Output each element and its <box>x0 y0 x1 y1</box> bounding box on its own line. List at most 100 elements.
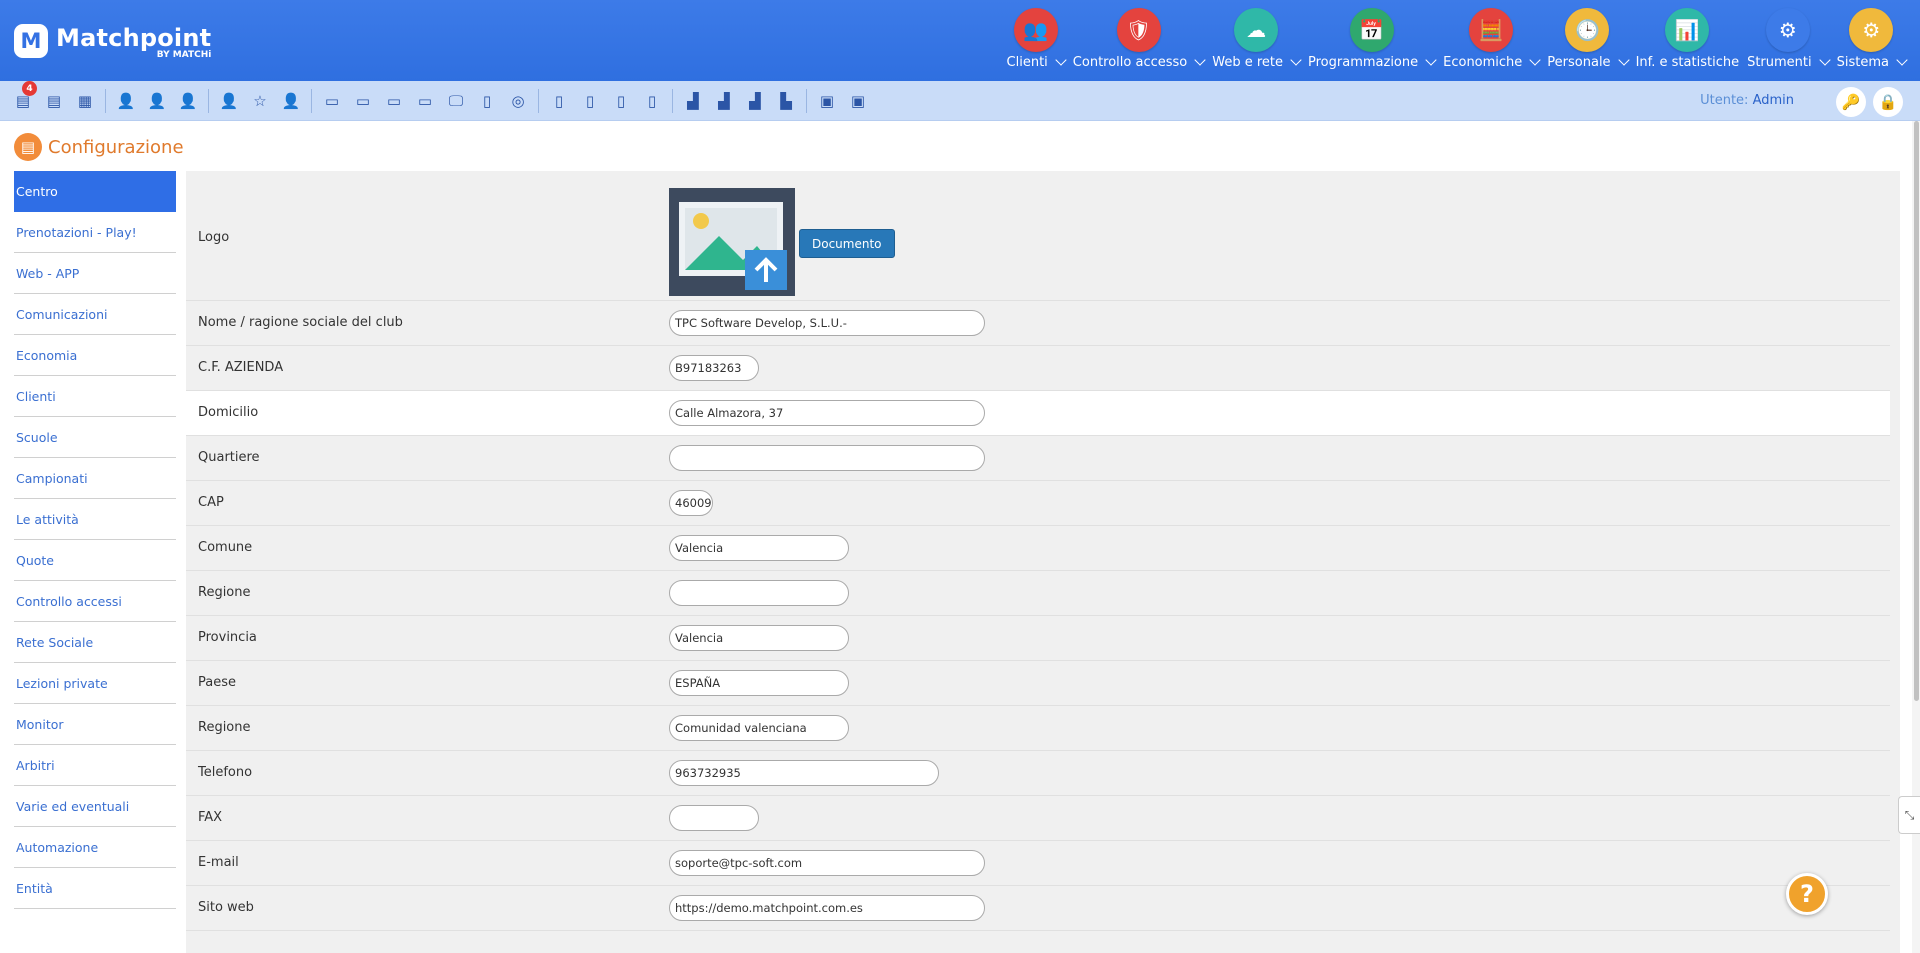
nav-item-8[interactable]: ⚙ Sistema <box>1837 8 1908 70</box>
card-money-icon[interactable]: ▭ <box>352 90 374 112</box>
text-input[interactable]: TPC Software Develop, S.L.U.- <box>669 310 985 336</box>
shield-icon: 🛡 <box>1116 8 1161 52</box>
text-input[interactable]: 963732935 <box>669 760 939 786</box>
card-add-icon[interactable]: ▭ <box>321 90 343 112</box>
nav-item-0[interactable]: 👥 Clienti <box>1007 8 1067 70</box>
text-input[interactable] <box>669 805 759 831</box>
toolbar-divider <box>105 89 106 113</box>
form-row: FAX <box>186 796 1890 841</box>
sidebar-item[interactable]: Entità <box>14 868 176 909</box>
chart-building-icon[interactable]: ▙ <box>775 90 797 112</box>
sidebar-item[interactable]: Monitor <box>14 704 176 745</box>
text-input[interactable]: Valencia <box>669 535 849 561</box>
text-input[interactable]: Calle Almazora, 37 <box>669 400 985 426</box>
nav-label: Web e rete <box>1212 54 1302 70</box>
user-name[interactable]: Admin <box>1753 93 1794 108</box>
bookings-pending-icon[interactable]: ▤ 4 <box>12 81 37 112</box>
nav-item-1[interactable]: 🛡 Controllo accesso <box>1073 8 1206 70</box>
form-row: Regione Comunidad valenciana <box>186 706 1890 751</box>
toolbar-glyph: ▭ <box>386 92 402 110</box>
card-coin-icon[interactable]: ▭ <box>383 90 405 112</box>
app-logo[interactable]: M Matchpoint BY MATCHi <box>14 24 211 60</box>
card-remove-icon[interactable]: ▭ <box>414 90 436 112</box>
toolbar-icons: ▤ 4 ▤ ▦ 👤 👤 👤 👤 ☆ 👤 ▭ ▭ ▭ ▭ 🖵 ▯ ◎ ▯ ▯ ▯ ▯ ▟ ▟ ▟ ▙ ▣ ▣ <box>12 81 878 113</box>
nav-item-2[interactable]: ☁ Web e rete <box>1212 8 1302 70</box>
user-check-icon[interactable]: 👤 <box>177 90 199 112</box>
calculator-icon: 🧮 <box>1469 8 1514 52</box>
report-clock-icon[interactable]: ▯ <box>548 90 570 112</box>
toolbar-glyph: 👤 <box>178 92 198 110</box>
monitor-icon[interactable]: 🖵 <box>445 90 467 112</box>
coins-icon[interactable]: ◎ <box>507 90 529 112</box>
upload-document-button[interactable]: Documento <box>799 229 895 258</box>
sidebar-item[interactable]: Controllo accessi <box>14 581 176 622</box>
toolbar-divider <box>672 89 673 113</box>
user-search-icon[interactable]: 👤 <box>146 90 168 112</box>
toolbar-divider <box>538 89 539 113</box>
user-label: Utente: <box>1700 93 1749 108</box>
config-form: Logo Documento Nome / ragione sociale de… <box>186 171 1900 953</box>
sidebar-item[interactable]: Centro <box>14 171 176 212</box>
user-add-icon[interactable]: 👤 <box>115 90 137 112</box>
text-input[interactable]: https://demo.matchpoint.com.es <box>669 895 985 921</box>
lock-button[interactable]: 🔒 <box>1873 87 1903 117</box>
text-input[interactable]: Comunidad valenciana <box>669 715 849 741</box>
bookings-add-icon[interactable]: ▤ <box>43 90 65 112</box>
document-icon[interactable]: ▯ <box>476 90 498 112</box>
sidebar-item[interactable]: Quote <box>14 540 176 581</box>
report-check-icon[interactable]: ▯ <box>610 90 632 112</box>
sidebar-item[interactable]: Le attività <box>14 499 176 540</box>
key-button[interactable]: 🔑 <box>1836 87 1866 117</box>
text-input[interactable]: soporte@tpc-soft.com <box>669 850 985 876</box>
sidebar-item[interactable]: Comunicazioni <box>14 294 176 335</box>
sidebar-item[interactable]: Web - APP <box>14 253 176 294</box>
nav-item-5[interactable]: 🕒 Personale <box>1547 8 1630 70</box>
side-panel-toggle[interactable]: ⤡ <box>1898 796 1920 834</box>
nav-item-3[interactable]: 📅 Programmazione <box>1308 8 1437 70</box>
toolbar-glyph: 👤 <box>147 92 167 110</box>
screen-add-icon[interactable]: ▣ <box>816 90 838 112</box>
sidebar-item[interactable]: Varie ed eventuali <box>14 786 176 827</box>
user-star-icon[interactable]: ☆ <box>249 90 271 112</box>
text-input[interactable]: Valencia <box>669 625 849 651</box>
help-button[interactable]: ? <box>1786 873 1828 915</box>
chart-up-icon[interactable]: ▟ <box>682 90 704 112</box>
toolbar-glyph: ▯ <box>616 92 626 110</box>
form-row: Provincia Valencia <box>186 616 1890 661</box>
user-icon[interactable]: 👤 <box>218 90 240 112</box>
text-input[interactable]: 46009 <box>669 490 713 516</box>
calendar-day-icon[interactable]: ▦ <box>74 90 96 112</box>
sidebar-item[interactable]: Clienti <box>14 376 176 417</box>
screen-settings-icon[interactable]: ▣ <box>847 90 869 112</box>
customers-icon: 👥 <box>1013 8 1058 52</box>
report-user-icon[interactable]: ▯ <box>641 90 663 112</box>
user-group-icon[interactable]: 👤 <box>280 90 302 112</box>
text-input[interactable]: ESPAÑA <box>669 670 849 696</box>
toolbar-glyph: 👤 <box>116 92 136 110</box>
sidebar-item[interactable]: Scuole <box>14 417 176 458</box>
text-input[interactable] <box>669 445 985 471</box>
gears-icon: ⚙ <box>1765 8 1810 52</box>
nav-item-6[interactable]: 📊 Inf. e statistiche <box>1636 8 1739 70</box>
nav-item-7[interactable]: ⚙ Strumenti <box>1747 8 1831 70</box>
key-icon: 🔑 <box>1841 93 1861 111</box>
sidebar-item[interactable]: Prenotazioni - Play! <box>14 212 176 253</box>
logo-upload-image[interactable] <box>669 188 795 296</box>
chevron-down-icon <box>1194 54 1206 66</box>
chart-green-icon[interactable]: ▟ <box>713 90 735 112</box>
sidebar-item[interactable]: Automazione <box>14 827 176 868</box>
chart-red-icon[interactable]: ▟ <box>744 90 766 112</box>
chevron-down-icon <box>1055 54 1067 66</box>
toolbar-glyph: ▦ <box>77 92 93 110</box>
sidebar-item[interactable]: Rete Sociale <box>14 622 176 663</box>
text-input[interactable] <box>669 580 849 606</box>
scrollbar-thumb[interactable] <box>1914 121 1919 701</box>
text-input[interactable]: B97183263 <box>669 355 759 381</box>
sidebar-item[interactable]: Lezioni private <box>14 663 176 704</box>
nav-item-4[interactable]: 🧮 Economiche <box>1443 8 1541 70</box>
sidebar-item[interactable]: Economia <box>14 335 176 376</box>
sidebar-item[interactable]: Campionati <box>14 458 176 499</box>
field-label: Domicilio <box>198 405 259 420</box>
report-alert-icon[interactable]: ▯ <box>579 90 601 112</box>
sidebar-item[interactable]: Arbitri <box>14 745 176 786</box>
